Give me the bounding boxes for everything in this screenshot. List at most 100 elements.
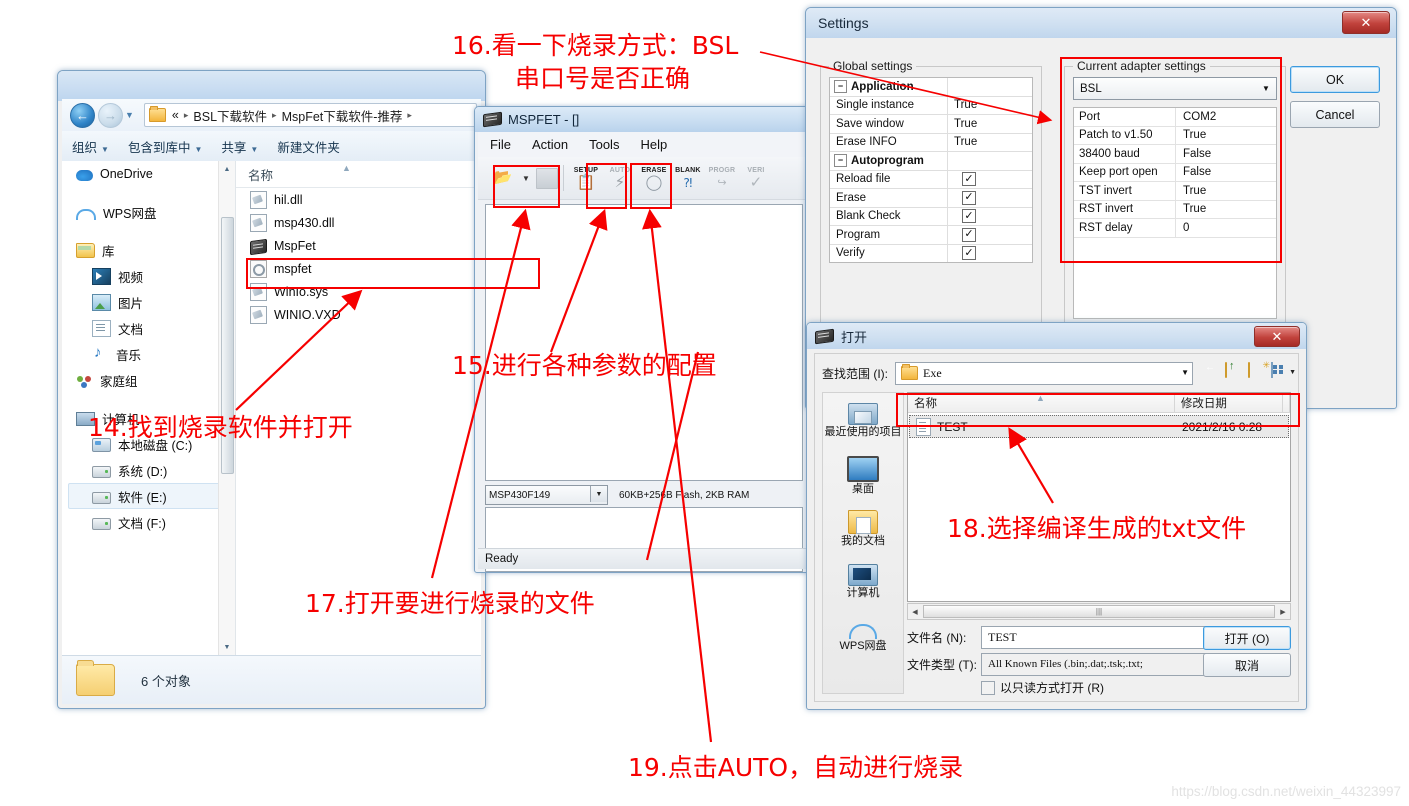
device-select[interactable]: MSP430F149 ▼ (485, 485, 608, 505)
table-row[interactable]: − Application (830, 78, 1032, 97)
table-row[interactable]: Erase ✓ (830, 189, 1032, 208)
file-list-horizontal-scrollbar[interactable]: ◀ ||| ▶ (907, 603, 1291, 620)
sidebar-item-library[interactable]: 库 (62, 237, 235, 263)
back-icon[interactable]: ← (70, 102, 95, 128)
table-row[interactable]: Single instance True (830, 96, 1032, 115)
dll-icon (250, 305, 267, 324)
sidebar-item-label: 文档 (F:) (118, 516, 166, 531)
table-row[interactable]: Save window True (830, 115, 1032, 134)
scroll-down-icon[interactable]: ▼ (219, 639, 235, 656)
place-computer[interactable]: 计算机 (824, 561, 902, 613)
setting-value: ✓ (948, 209, 1032, 224)
back-icon[interactable] (1202, 363, 1222, 383)
sidebar-item-music[interactable]: 音乐 (62, 341, 235, 367)
toolbar-include-in-library[interactable]: 包含到库中 ▼ (128, 137, 202, 156)
menu-tools[interactable]: Tools (589, 137, 619, 152)
place-desktop[interactable]: 桌面 (824, 453, 902, 505)
place-label: 桌面 (852, 483, 874, 495)
close-x-icon[interactable]: ✕ (1254, 326, 1300, 347)
view-mode-icon[interactable]: ▼ (1271, 362, 1296, 383)
setting-name: Reload file (830, 170, 948, 188)
checkbox-unchecked[interactable] (981, 680, 995, 695)
sidebar-item-drive-f[interactable]: 文档 (F:) (62, 509, 235, 535)
sidebar-item-drive-e[interactable]: 软件 (E:) (68, 483, 231, 509)
program-button[interactable]: PROGR ↪ (705, 159, 739, 197)
file-row[interactable]: hil.dll (236, 188, 481, 211)
breadcrumb[interactable]: « ▸ BSL下载软件 ▸ MspFet下载软件-推荐 ▸ (143, 103, 477, 127)
table-row[interactable]: Verify ✓ (830, 244, 1032, 262)
chevron-down-icon[interactable]: ▼ (590, 486, 607, 502)
device-select-value: MSP430F149 (489, 489, 551, 501)
place-wps-cloud[interactable]: WPS网盘 (824, 615, 902, 667)
scroll-left-icon[interactable]: ◀ (908, 608, 922, 616)
readonly-checkbox-row[interactable]: 以只读方式打开 (R) (981, 679, 1104, 696)
menu-file[interactable]: File (490, 137, 511, 152)
highlight-box-open-toolbutton (493, 165, 560, 208)
column-header-name[interactable]: 名称 (248, 165, 273, 184)
sidebar-item-onedrive[interactable]: OneDrive (62, 161, 235, 187)
sidebar-item-wps-cloud[interactable]: WPS网盘 (62, 199, 235, 225)
verify-button[interactable]: VERI ✓ (739, 159, 773, 197)
sidebar-item-documents[interactable]: 文档 (62, 315, 235, 341)
history-dropdown-icon[interactable]: ▼ (125, 110, 134, 120)
close-x-icon[interactable]: ✕ (1342, 11, 1390, 34)
place-recent-items[interactable]: 最近使用的项目 (824, 399, 902, 451)
new-folder-icon[interactable] (1248, 362, 1268, 383)
setting-name: Erase INFO (830, 133, 948, 151)
checkbox-checked[interactable]: ✓ (962, 227, 976, 242)
look-in-row: 查找范围 (I): Exe ▼ ▼ (822, 361, 1296, 385)
file-row-mspfet[interactable]: MspFet (236, 234, 481, 257)
up-folder-icon[interactable] (1225, 362, 1245, 383)
setting-name: Program (830, 226, 948, 244)
collapse-icon[interactable]: − (834, 80, 847, 94)
sidebar-item-label: 视频 (118, 270, 144, 285)
breadcrumb-part-0[interactable]: BSL下载软件 (192, 106, 268, 125)
settings-titlebar: Settings (806, 8, 1396, 38)
breadcrumb-overflow[interactable]: « (171, 108, 180, 122)
cancel-button[interactable]: Cancel (1290, 101, 1380, 128)
chevron-down-icon[interactable]: ▼ (1181, 368, 1189, 377)
menu-help[interactable]: Help (640, 137, 667, 152)
checkbox-checked[interactable]: ✓ (962, 190, 976, 205)
place-my-documents[interactable]: 我的文档 (824, 507, 902, 559)
look-in-select[interactable]: Exe ▼ (895, 361, 1193, 385)
breadcrumb-part-1[interactable]: MspFet下载软件-推荐 (281, 106, 404, 125)
chevron-down-icon: ▼ (101, 144, 109, 154)
scroll-right-icon[interactable]: ▶ (1276, 608, 1290, 616)
file-row[interactable]: msp430.dll (236, 211, 481, 234)
ok-button[interactable]: OK (1290, 66, 1380, 93)
menu-action[interactable]: Action (532, 137, 568, 152)
table-row[interactable]: Program ✓ (830, 226, 1032, 245)
file-row[interactable]: WINIO.VXD (236, 303, 481, 326)
cancel-button[interactable]: 取消 (1203, 653, 1291, 677)
toolbar-new-folder[interactable]: 新建文件夹 (277, 137, 340, 156)
table-row[interactable]: Reload file ✓ (830, 170, 1032, 189)
toolbar-organize[interactable]: 组织 ▼ (72, 137, 109, 156)
highlight-box-mspfet-file (246, 258, 540, 289)
collapse-icon[interactable]: − (834, 154, 847, 168)
sidebar-item-pictures[interactable]: 图片 (62, 289, 235, 315)
sidebar-item-video[interactable]: 视频 (62, 263, 235, 289)
forward-icon[interactable]: → (98, 102, 123, 128)
sidebar-item-label: 文档 (118, 322, 144, 337)
table-row[interactable]: Erase INFO True (830, 133, 1032, 152)
toolbar-share[interactable]: 共享 ▼ (221, 137, 258, 156)
sidebar-item-homegroup[interactable]: 家庭组 (62, 367, 235, 393)
scroll-up-icon[interactable]: ▲ (219, 161, 235, 178)
checkbox-checked[interactable]: ✓ (962, 209, 976, 224)
file-name: msp430.dll (274, 215, 335, 230)
checkbox-checked[interactable]: ✓ (962, 246, 976, 261)
scrollbar-thumb[interactable]: ||| (923, 605, 1275, 618)
sidebar-item-drive-d[interactable]: 系统 (D:) (62, 457, 235, 483)
mspfet-status-bar: Ready (478, 548, 810, 569)
breadcrumb-separator: ▸ (407, 109, 412, 120)
table-row[interactable]: − Autoprogram (830, 152, 1032, 171)
dll-icon (250, 213, 267, 232)
open-button[interactable]: 打开 (O) (1203, 626, 1291, 650)
navigation-pane-scrollbar[interactable]: ▲ ▼ (218, 161, 235, 656)
chevron-down-icon: ▼ (250, 144, 259, 154)
checkbox-checked[interactable]: ✓ (962, 172, 976, 187)
blank-check-button[interactable]: BLANK ⁈ (671, 159, 705, 197)
table-row[interactable]: Blank Check ✓ (830, 207, 1032, 226)
annotation-16-line2: 串口号是否正确 (515, 64, 691, 93)
